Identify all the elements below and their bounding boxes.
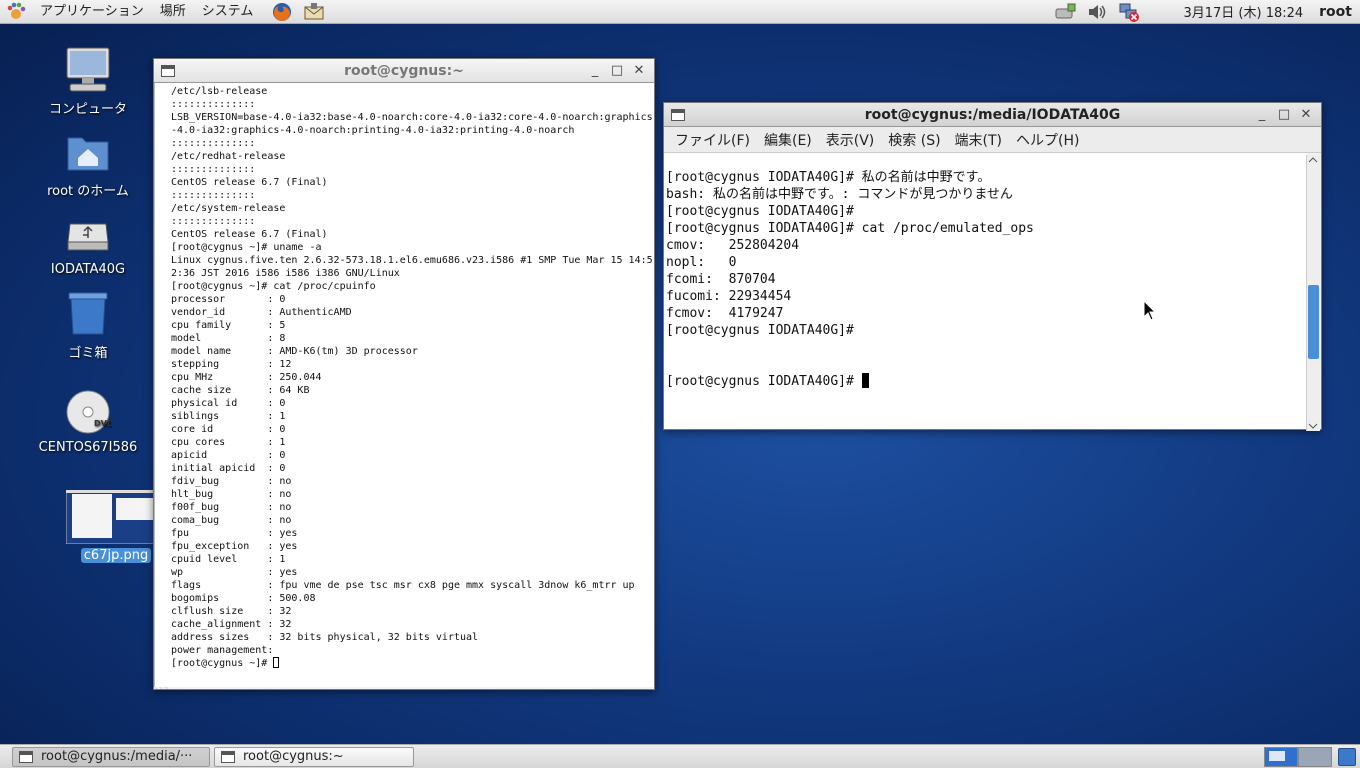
menu-help[interactable]: ヘルプ(H) (1009, 130, 1086, 150)
text-cursor (861, 373, 869, 388)
dvd-icon: DVD (64, 388, 114, 436)
terminal-text: [root@cygnus IODATA40G]# 私の名前は中野です。 bash… (666, 170, 1034, 338)
menu-terminal[interactable]: 端末(T) (948, 130, 1009, 150)
network-status-icon[interactable] (1054, 1, 1076, 23)
terminal-icon (19, 750, 33, 763)
desktop-icon-label: root のホーム (47, 184, 129, 199)
terminal-menubar: ファイル(F) 編集(E) 表示(V) 検索 (S) 端末(T) ヘルプ(H) (664, 127, 1321, 153)
home-folder-icon (64, 128, 112, 176)
maximize-button[interactable]: □ (1273, 107, 1295, 122)
mouse-pointer-icon (1143, 300, 1157, 321)
terminal-output[interactable]: /etc/lsb-release :::::::::::::: LSB_VERS… (154, 83, 654, 687)
scroll-down-arrow-icon[interactable] (1307, 421, 1319, 431)
terminal-icon (221, 750, 235, 763)
desktop-icon-label: IODATA40G (50, 262, 126, 277)
desktop-home-folder[interactable]: root のホーム (28, 128, 148, 199)
menu-file[interactable]: ファイル(F) (668, 130, 757, 150)
terminal-output[interactable]: [root@cygnus IODATA40G]# 私の名前は中野です。 bash… (664, 153, 1307, 429)
volume-icon[interactable] (1086, 1, 1108, 23)
close-button[interactable]: ✕ (1295, 107, 1317, 122)
mail-client-icon[interactable] (303, 1, 325, 23)
window-titlebar[interactable]: root@cygnus:/media/IODATA40G _ □ ✕ (664, 103, 1321, 127)
top-panel: アプリケーション 場所 システム 3月17日 (木) 18:24 root (0, 0, 1360, 24)
taskbar-item-label: root@cygnus:~ (243, 749, 344, 764)
desktop-usb-drive[interactable]: IODATA40G (28, 210, 148, 277)
maximize-button[interactable]: □ (606, 63, 628, 78)
gnome-foot-icon[interactable] (5, 1, 27, 23)
desktop-computer[interactable]: コンピュータ (28, 46, 148, 117)
workspace-switcher[interactable] (1264, 746, 1332, 767)
window-title: root@cygnus:~ (344, 62, 464, 79)
menu-search[interactable]: 検索 (S) (881, 130, 947, 150)
close-button[interactable]: ✕ (628, 63, 650, 78)
menu-edit[interactable]: 編集(E) (757, 130, 819, 150)
desktop-icon-label: CENTOS67I586 (38, 440, 138, 455)
terminal-window-icon[interactable] (671, 108, 685, 121)
panel-clock[interactable]: 3月17日 (木) 18:24 (1173, 2, 1313, 21)
terminal-window-icon[interactable] (161, 64, 175, 77)
terminal-prompt: [root@cygnus IODATA40G]# (666, 374, 862, 389)
desktop-trash[interactable]: ゴミ箱 (28, 290, 148, 361)
network-disconnected-icon[interactable] (1118, 1, 1140, 23)
desktop-icon-label: ゴミ箱 (68, 346, 108, 361)
terminal-window-home[interactable]: root@cygnus:~ _ □ ✕ /etc/lsb-release :::… (153, 58, 655, 690)
taskbar-item-iodata-terminal[interactable]: root@cygnus:/media/··· (12, 746, 210, 767)
minimize-button[interactable]: _ (1251, 107, 1273, 122)
image-thumbnail-icon (65, 489, 163, 545)
panel-user[interactable]: root (1313, 4, 1360, 20)
terminal-text: /etc/lsb-release :::::::::::::: LSB_VERS… (171, 86, 653, 656)
menu-view[interactable]: 表示(V) (819, 130, 882, 150)
svg-text:DVD: DVD (94, 419, 112, 428)
window-titlebar[interactable]: root@cygnus:~ _ □ ✕ (154, 59, 654, 83)
firefox-icon[interactable] (271, 1, 293, 23)
text-cursor (273, 657, 280, 668)
terminal-scrollbar[interactable] (1306, 155, 1320, 431)
scroll-up-arrow-icon[interactable] (1307, 155, 1319, 165)
trash-applet-icon[interactable] (1338, 747, 1356, 766)
computer-icon (64, 46, 112, 94)
menu-places[interactable]: 場所 (152, 0, 194, 24)
menu-system[interactable]: システム (194, 0, 262, 24)
trash-icon (64, 290, 112, 338)
terminal-window-iodata[interactable]: root@cygnus:/media/IODATA40G _ □ ✕ ファイル(… (663, 102, 1322, 431)
minimize-button[interactable]: _ (584, 63, 606, 78)
scrollbar-thumb[interactable] (1308, 285, 1319, 359)
taskbar-item-home-terminal[interactable]: root@cygnus:~ (214, 746, 414, 767)
workspace-1[interactable] (1264, 746, 1298, 767)
terminal-prompt: [root@cygnus ~]# (171, 658, 274, 669)
desktop-dvd[interactable]: DVD CENTOS67I586 (28, 388, 148, 455)
desktop-icon-label: コンピュータ (48, 102, 127, 117)
window-title: root@cygnus:/media/IODATA40G (864, 106, 1121, 123)
workspace-2[interactable] (1298, 746, 1332, 767)
bottom-panel: root@cygnus:/media/··· root@cygnus:~ (0, 744, 1360, 768)
taskbar-item-label: root@cygnus:/media/··· (41, 749, 193, 764)
desktop-icon-label: c67jp.png (80, 548, 152, 563)
usb-drive-icon (64, 210, 112, 258)
menu-applications[interactable]: アプリケーション (32, 0, 152, 24)
